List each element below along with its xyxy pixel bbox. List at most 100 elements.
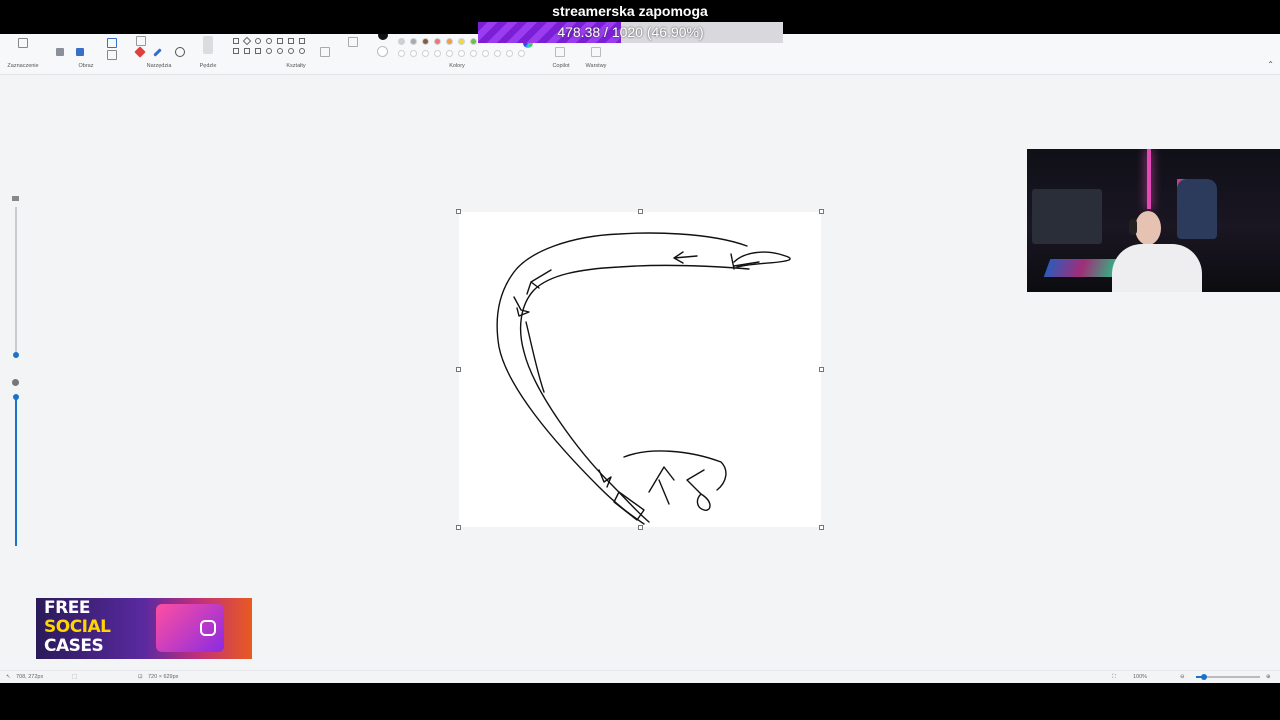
resize-handle-l[interactable] xyxy=(456,367,461,372)
color-picker-icon[interactable] xyxy=(153,48,162,57)
shape-fill-icon[interactable] xyxy=(320,47,330,57)
star-alt-shape-icon[interactable] xyxy=(244,48,250,54)
line-shape-icon[interactable] xyxy=(233,38,239,44)
resize-icon[interactable] xyxy=(76,48,84,56)
palette-swatch-empty[interactable] xyxy=(470,50,477,57)
streamer-body xyxy=(1112,244,1202,292)
palette-swatch-empty[interactable] xyxy=(458,50,465,57)
palette-swatch[interactable] xyxy=(434,38,441,45)
group-label-layers: Warstwy xyxy=(585,63,607,69)
stroke-lane-mark-1 xyxy=(526,269,552,295)
pencil-icon[interactable] xyxy=(136,36,146,46)
drawing-strokes xyxy=(496,232,791,525)
rotate-icon[interactable] xyxy=(107,38,117,48)
selection-icon[interactable] xyxy=(18,38,28,48)
magnifier-icon[interactable] xyxy=(175,47,185,57)
palette-swatch-empty[interactable] xyxy=(482,50,489,57)
shape-outline-icon[interactable] xyxy=(348,37,358,47)
secondary-color-swatch[interactable] xyxy=(377,46,388,57)
webcam-overlay xyxy=(1027,149,1280,292)
opacity-icon xyxy=(12,379,19,386)
palette-swatch[interactable] xyxy=(458,38,465,45)
paint-window: Zaznaczenie Obraz Narzędzia Pędzle Kszta… xyxy=(0,0,1280,683)
rounded-rect-shape-icon[interactable] xyxy=(277,48,283,54)
palette-swatch-empty[interactable] xyxy=(410,50,417,57)
arrow-shape-icon[interactable] xyxy=(288,38,294,44)
donation-goal-progress-bar: 478.38 / 1020 (46.90%) xyxy=(478,22,783,43)
palette-swatch[interactable] xyxy=(422,38,429,45)
group-label-shapes: Kształty xyxy=(286,63,306,69)
fit-to-window-icon[interactable]: ⛶ xyxy=(1112,674,1116,681)
copilot-icon[interactable] xyxy=(555,47,565,57)
neon-light xyxy=(1147,149,1151,209)
size-slider-track[interactable] xyxy=(15,207,17,355)
keyboard xyxy=(1043,259,1121,277)
palette-swatch-empty[interactable] xyxy=(494,50,501,57)
zoom-level[interactable]: 100% xyxy=(1133,674,1147,680)
canvas-size-icon: ⊡ xyxy=(138,674,143,680)
resize-handle-b[interactable] xyxy=(638,525,643,530)
palette-swatch-empty[interactable] xyxy=(506,50,513,57)
stroke-loop xyxy=(623,450,727,491)
flip-icon[interactable] xyxy=(107,50,117,60)
group-label-colors: Kolory xyxy=(449,63,465,69)
donation-goal-text: 478.38 / 1020 (46.90%) xyxy=(557,24,704,40)
opacity-slider-track[interactable] xyxy=(15,396,17,546)
resize-handle-tl[interactable] xyxy=(456,209,461,214)
drawing-canvas[interactable] xyxy=(456,209,824,530)
stroke-number-8 xyxy=(686,469,711,511)
palette-swatch-empty[interactable] xyxy=(518,50,525,57)
palette-swatch-empty[interactable] xyxy=(398,50,405,57)
resize-handle-t[interactable] xyxy=(638,209,643,214)
stroke-inner-curve xyxy=(519,264,750,523)
zoom-out-icon[interactable]: ⊖ xyxy=(1180,674,1185,680)
opacity-slider-knob[interactable] xyxy=(13,394,19,400)
instagram-icon xyxy=(200,620,216,636)
resize-handle-tr[interactable] xyxy=(819,209,824,214)
ellipse-shape-icon[interactable] xyxy=(266,38,272,44)
palette-swatch[interactable] xyxy=(410,38,417,45)
brush-icon[interactable] xyxy=(203,36,213,54)
palette-swatch-empty[interactable] xyxy=(422,50,429,57)
star-shape-icon[interactable] xyxy=(233,48,239,54)
headphones xyxy=(1129,219,1137,235)
brush-size-icon xyxy=(12,196,19,201)
size-slider-knob[interactable] xyxy=(13,352,19,358)
gaming-chair xyxy=(1177,179,1217,239)
group-label-tools: Narzędzia xyxy=(146,63,172,69)
palette-swatch[interactable] xyxy=(470,38,477,45)
star-six-shape-icon[interactable] xyxy=(255,48,261,54)
stroke-arrow xyxy=(673,251,698,264)
donation-goal-title: streamerska zapomoga xyxy=(552,3,708,19)
streamer-head xyxy=(1135,211,1161,245)
group-label-brushes: Pędzle xyxy=(199,63,217,69)
cloud-shape-icon[interactable] xyxy=(299,48,305,54)
palette-swatch[interactable] xyxy=(446,38,453,45)
eraser-icon[interactable] xyxy=(134,46,146,58)
crop-icon[interactable] xyxy=(56,48,64,56)
collapse-ribbon-icon[interactable]: ⌃ xyxy=(1267,60,1274,69)
heart-shape-icon[interactable] xyxy=(288,48,294,54)
social-cases-ad[interactable]: FREE SOCIAL CASES xyxy=(36,598,252,659)
group-label-selection: Zaznaczenie xyxy=(7,63,39,69)
resize-handle-r[interactable] xyxy=(819,367,824,372)
ad-text-line-3: CASES xyxy=(44,636,104,656)
palette-swatch[interactable] xyxy=(398,38,405,45)
palette-swatch-empty[interactable] xyxy=(446,50,453,57)
cursor-icon: ↖ xyxy=(6,674,11,680)
resize-handle-bl[interactable] xyxy=(456,525,461,530)
resize-handle-br[interactable] xyxy=(819,525,824,530)
canvas-size: 720 × 629px xyxy=(148,674,179,680)
pc-case xyxy=(1032,189,1102,244)
rectangle-shape-icon[interactable] xyxy=(277,38,283,44)
pentagon-shape-icon[interactable] xyxy=(255,38,261,44)
polygon-shape-icon[interactable] xyxy=(299,38,305,44)
zoom-slider-knob[interactable] xyxy=(1201,674,1207,680)
diamond-shape-icon[interactable] xyxy=(242,36,252,46)
layers-icon[interactable] xyxy=(591,47,601,57)
callout-shape-icon[interactable] xyxy=(266,48,272,54)
stroke-car-2 xyxy=(613,491,645,521)
zoom-in-icon[interactable]: ⊕ xyxy=(1266,674,1271,680)
palette-swatch-empty[interactable] xyxy=(434,50,441,57)
group-label-copilot: Copilot xyxy=(552,63,570,69)
